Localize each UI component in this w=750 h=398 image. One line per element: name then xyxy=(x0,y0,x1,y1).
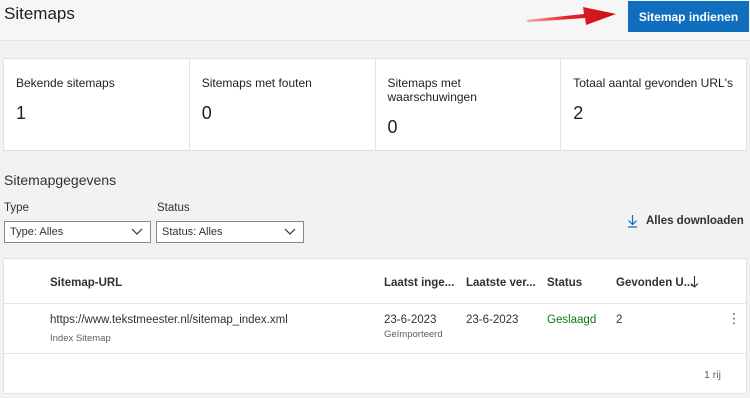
submitted-date: 23-6-2023 xyxy=(384,314,437,326)
column-header-sitemap-url[interactable]: Sitemap-URL xyxy=(50,277,122,289)
red-arrow-icon xyxy=(526,7,616,25)
stat-label: Sitemaps met fouten xyxy=(201,76,312,90)
column-header-status[interactable]: Status xyxy=(547,277,582,289)
column-header-last-read[interactable]: Laatste ver... xyxy=(466,277,536,289)
stat-value: 2 xyxy=(573,103,584,123)
sort-descending-icon[interactable] xyxy=(690,275,699,289)
page-title: Sitemaps xyxy=(4,4,75,23)
download-icon xyxy=(627,214,638,228)
top-bar: Sitemaps Sitemap indienen xyxy=(0,0,750,41)
status-badge: Geslaagd xyxy=(547,314,597,326)
stat-value: 0 xyxy=(201,103,212,123)
stat-sitemaps-with-errors: Sitemaps met fouten 0 xyxy=(190,59,376,150)
column-header-discovered-urls[interactable]: Gevonden U... xyxy=(616,277,693,289)
submit-sitemap-button[interactable]: Sitemap indienen xyxy=(628,1,749,32)
header-divider xyxy=(4,303,746,304)
stat-known-sitemaps: Bekende sitemaps 1 xyxy=(4,59,190,150)
stat-sitemaps-with-warnings: Sitemaps met waarschuwingen 0 xyxy=(376,59,562,150)
more-options-icon[interactable]: ⋮ xyxy=(727,311,741,325)
status-filter-value: Status: Alles xyxy=(162,226,223,238)
submitted-note: Geïmporteerd xyxy=(384,329,443,340)
download-all-button[interactable]: Alles downloaden xyxy=(627,214,744,228)
footer-divider xyxy=(4,353,746,354)
row-count: 1 rij xyxy=(704,369,721,381)
stats-panel: Bekende sitemaps 1 Sitemaps met fouten 0… xyxy=(3,58,747,151)
sitemap-type: Index Sitemap xyxy=(50,333,111,344)
sitemap-url-link[interactable]: https://www.tekstmeester.nl/sitemap_inde… xyxy=(50,314,288,326)
chevron-down-icon xyxy=(131,228,143,235)
status-filter-select[interactable]: Status: Alles xyxy=(156,221,304,243)
chevron-down-icon xyxy=(284,228,296,235)
stat-value: 0 xyxy=(387,117,398,137)
stat-label: Totaal aantal gevonden URL's xyxy=(573,76,733,90)
type-filter-value: Type: Alles xyxy=(10,226,64,238)
type-filter-select[interactable]: Type: Alles xyxy=(4,221,151,243)
download-all-label: Alles downloaden xyxy=(646,215,744,227)
stat-label: Sitemaps met waarschuwingen xyxy=(387,76,477,104)
stat-total-urls: Totaal aantal gevonden URL's 2 xyxy=(561,59,746,150)
status-filter-label: Status xyxy=(157,202,190,214)
stat-value: 1 xyxy=(16,103,27,123)
sitemaps-table: Sitemap-URL Laatst inge... Laatste ver..… xyxy=(3,258,747,394)
last-read-date: 23-6-2023 xyxy=(466,314,519,326)
type-filter-label: Type xyxy=(4,202,29,214)
section-title: Sitemapgegevens xyxy=(4,172,117,188)
stat-label: Bekende sitemaps xyxy=(16,76,115,90)
discovered-urls-count: 2 xyxy=(616,314,623,326)
column-header-last-submitted[interactable]: Laatst inge... xyxy=(384,277,454,289)
